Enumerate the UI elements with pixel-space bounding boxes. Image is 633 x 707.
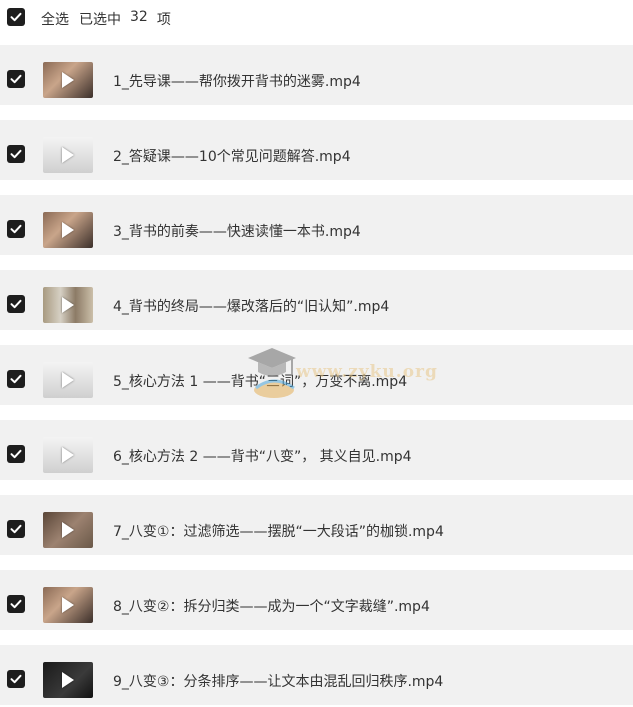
checkmark-icon (10, 149, 22, 159)
file-name[interactable]: 7_八变①：过滤筛选——摆脱“一大段话”的枷锁.mp4 (113, 521, 444, 541)
checkmark-icon (10, 12, 22, 22)
select-all-checkbox[interactable] (7, 8, 25, 26)
selected-label: 已选中 (79, 12, 121, 28)
play-icon (62, 597, 74, 613)
checkmark-icon (10, 674, 22, 684)
selection-summary: 全选 已选中 32 项 (41, 9, 171, 29)
checkmark-icon (10, 374, 22, 384)
checkmark-icon (10, 224, 22, 234)
file-checkbox[interactable] (7, 520, 25, 538)
play-icon (62, 297, 74, 313)
checkmark-icon (10, 74, 22, 84)
file-name[interactable]: 6_核心方法 2 ——背书“八变”， 其义自见.mp4 (113, 446, 412, 466)
file-checkbox[interactable] (7, 295, 25, 313)
file-row[interactable]: 6_核心方法 2 ——背书“八变”， 其义自见.mp4 (0, 420, 633, 480)
select-all-label[interactable]: 全选 (41, 9, 69, 29)
file-name[interactable]: 4_背书的终局——爆改落后的“旧认知”.mp4 (113, 296, 389, 316)
video-thumbnail[interactable] (43, 437, 93, 473)
video-thumbnail[interactable] (43, 512, 93, 548)
checkmark-icon (10, 599, 22, 609)
file-checkbox[interactable] (7, 220, 25, 238)
play-icon (62, 72, 74, 88)
play-icon (62, 672, 74, 688)
file-name[interactable]: 2_答疑课——10个常见问题解答.mp4 (113, 146, 351, 166)
checkmark-icon (10, 524, 22, 534)
file-checkbox[interactable] (7, 70, 25, 88)
play-icon (62, 222, 74, 238)
file-checkbox[interactable] (7, 595, 25, 613)
play-icon (62, 147, 74, 163)
file-checkbox[interactable] (7, 145, 25, 163)
file-row[interactable]: 3_背书的前奏——快速读懂一本书.mp4 (0, 195, 633, 255)
video-thumbnail[interactable] (43, 287, 93, 323)
video-thumbnail[interactable] (43, 662, 93, 698)
file-row[interactable]: 1_先导课——帮你拨开背书的迷雾.mp4 (0, 45, 633, 105)
selected-count: 32 (130, 9, 148, 25)
video-thumbnail[interactable] (43, 62, 93, 98)
unit-label: 项 (156, 12, 171, 28)
file-row[interactable]: 9_八变③：分条排序——让文本由混乱回归秩序.mp4 (0, 645, 633, 705)
checkmark-icon (10, 449, 22, 459)
video-thumbnail[interactable] (43, 362, 93, 398)
file-checkbox[interactable] (7, 370, 25, 388)
selection-header: 全选 已选中 32 项 (0, 0, 633, 36)
file-row[interactable]: 4_背书的终局——爆改落后的“旧认知”.mp4 (0, 270, 633, 330)
file-name[interactable]: 5_核心方法 1 ——背书“三词”，万变不离.mp4 (113, 371, 407, 391)
play-icon (62, 372, 74, 388)
file-checkbox[interactable] (7, 670, 25, 688)
play-icon (62, 522, 74, 538)
file-name[interactable]: 3_背书的前奏——快速读懂一本书.mp4 (113, 221, 361, 241)
video-thumbnail[interactable] (43, 137, 93, 173)
file-name[interactable]: 8_八变②：拆分归类——成为一个“文字裁缝”.mp4 (113, 596, 430, 616)
file-row[interactable]: 8_八变②：拆分归类——成为一个“文字裁缝”.mp4 (0, 570, 633, 630)
checkmark-icon (10, 299, 22, 309)
file-row[interactable]: 7_八变①：过滤筛选——摆脱“一大段话”的枷锁.mp4 (0, 495, 633, 555)
file-row[interactable]: 5_核心方法 1 ——背书“三词”，万变不离.mp4 (0, 345, 633, 405)
video-thumbnail[interactable] (43, 212, 93, 248)
file-row[interactable]: 2_答疑课——10个常见问题解答.mp4 (0, 120, 633, 180)
video-thumbnail[interactable] (43, 587, 93, 623)
play-icon (62, 447, 74, 463)
file-name[interactable]: 9_八变③：分条排序——让文本由混乱回归秩序.mp4 (113, 671, 443, 691)
file-name[interactable]: 1_先导课——帮你拨开背书的迷雾.mp4 (113, 71, 361, 91)
file-checkbox[interactable] (7, 445, 25, 463)
file-selection-screen: 全选 已选中 32 项 1_先导课——帮你拨开背书的迷雾.mp4 2_答疑课——1… (0, 0, 633, 707)
